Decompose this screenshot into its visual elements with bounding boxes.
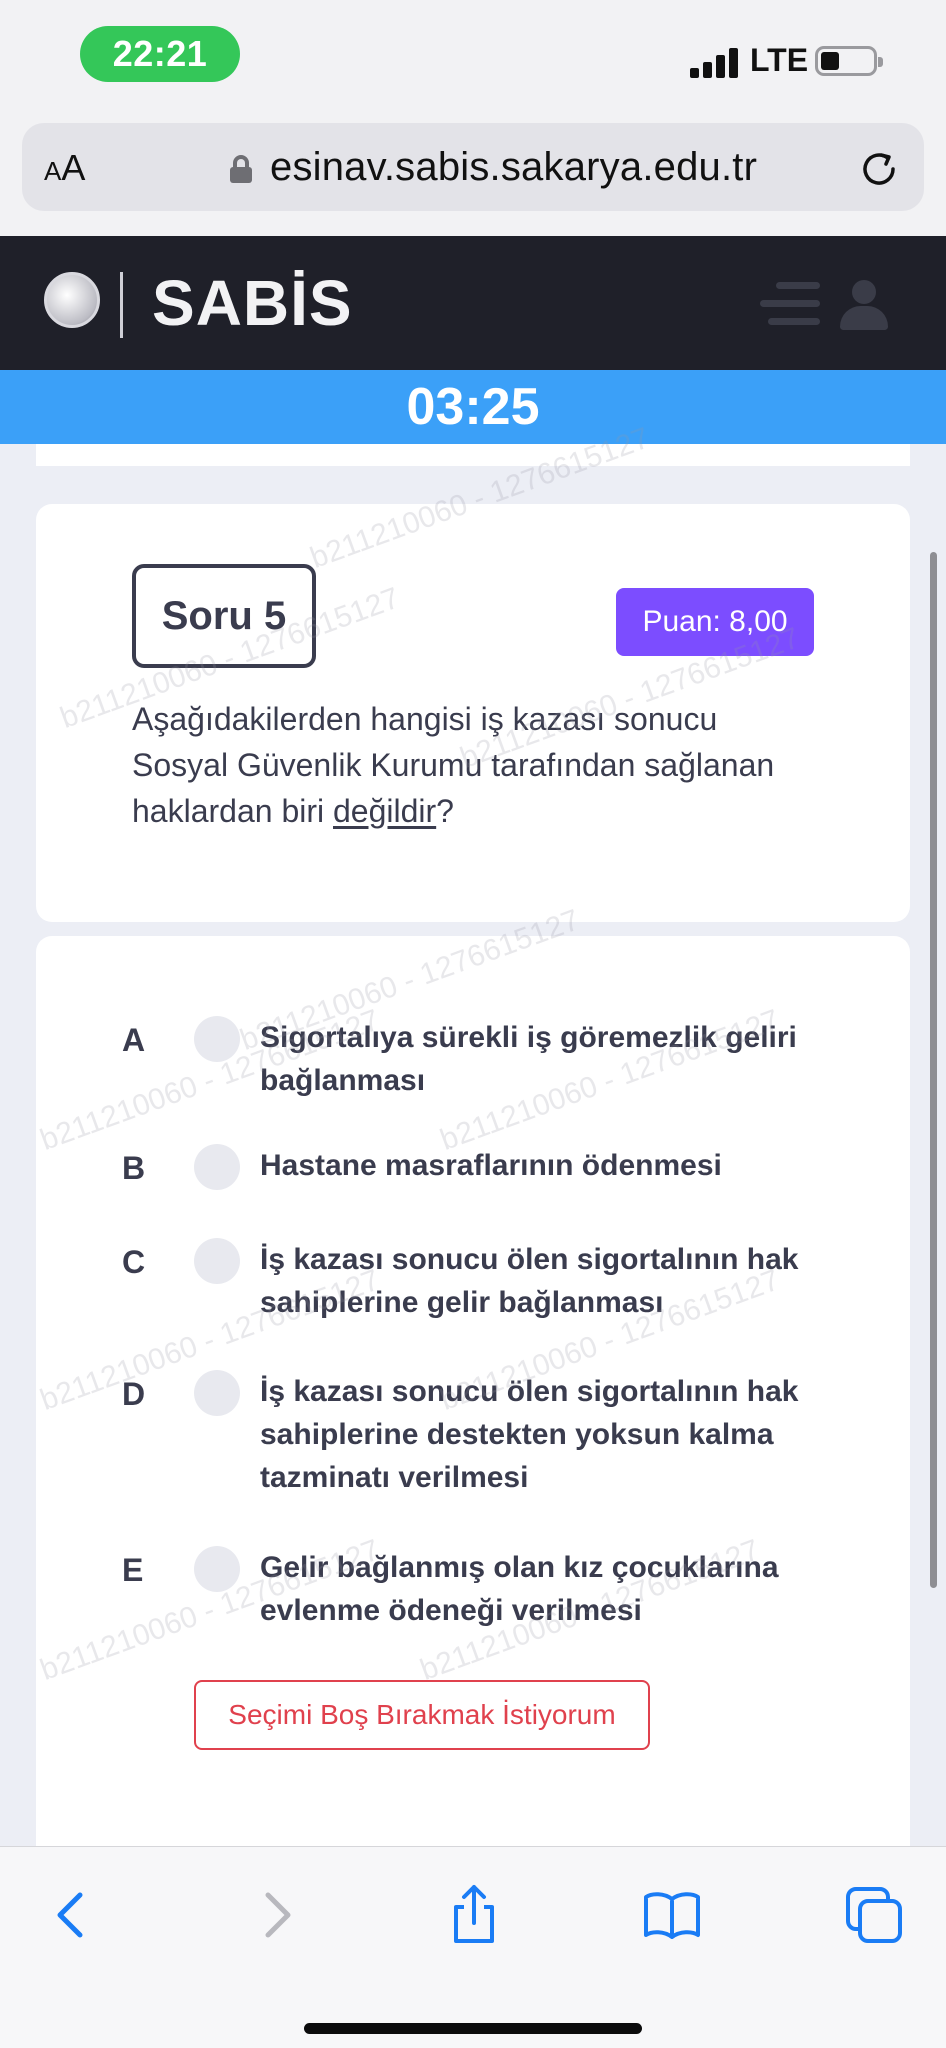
user-icon[interactable]	[838, 280, 890, 332]
lock-icon	[230, 155, 252, 183]
reload-icon[interactable]	[857, 147, 901, 191]
option-letter: C	[122, 1244, 146, 1280]
leave-blank-button[interactable]: Seçimi Boş Bırakmak İstiyorum	[194, 1680, 650, 1750]
network-label: LTE	[750, 42, 809, 78]
option-letter: B	[122, 1150, 146, 1186]
question-number-badge: Soru 5	[132, 564, 316, 668]
status-bar: 22:21 LTE	[0, 0, 946, 118]
option-text[interactable]: Hastane masraflarının ödenmesi	[260, 1144, 850, 1187]
scrollbar-thumb[interactable]	[930, 552, 937, 1588]
previous-card-edge	[36, 444, 910, 466]
sabis-logo-icon[interactable]	[44, 272, 100, 328]
forward-icon[interactable]	[244, 1883, 308, 1947]
option-radio[interactable]	[194, 1370, 240, 1416]
app-header: SABİS	[0, 236, 946, 370]
menu-icon[interactable]	[760, 282, 820, 326]
option-letter: D	[122, 1376, 146, 1412]
browser-toolbar	[0, 1846, 946, 2048]
brand-title[interactable]: SABİS	[152, 266, 353, 340]
address-bar[interactable]: AA esinav.sabis.sakarya.edu.tr	[22, 123, 924, 211]
question-card: Soru 5 Puan: 8,00 Aşağıdakilerden hangis…	[36, 422, 910, 922]
option-text[interactable]: İş kazası sonucu ölen sigortalının hak s…	[260, 1370, 850, 1499]
home-indicator[interactable]	[304, 2023, 642, 2034]
text-size-button[interactable]: AA	[44, 147, 85, 189]
tabs-icon[interactable]	[842, 1883, 906, 1947]
option-letter: A	[122, 1022, 146, 1058]
option-radio[interactable]	[194, 1238, 240, 1284]
question-text-end: ?	[436, 793, 454, 829]
option-radio[interactable]	[194, 1144, 240, 1190]
browser-address-area: AA esinav.sabis.sakarya.edu.tr	[0, 118, 946, 236]
logo-divider	[120, 272, 123, 338]
exam-timer: 03:25	[0, 370, 946, 444]
signal-icon	[690, 46, 740, 78]
battery-icon	[815, 46, 883, 76]
url-text[interactable]: esinav.sabis.sakarya.edu.tr	[270, 145, 757, 190]
status-time: 22:21	[80, 26, 240, 82]
option-text[interactable]: Gelir bağlanmış olan kız çocuklarına evl…	[260, 1546, 850, 1632]
option-radio[interactable]	[194, 1546, 240, 1592]
back-icon[interactable]	[40, 1883, 104, 1947]
option-radio[interactable]	[194, 1016, 240, 1062]
share-icon[interactable]	[442, 1883, 506, 1947]
bookmarks-icon[interactable]	[640, 1883, 704, 1947]
option-letter: E	[122, 1552, 144, 1588]
option-text[interactable]: İş kazası sonucu ölen sigortalının hak s…	[260, 1238, 850, 1324]
question-text-emphasis: değildir	[333, 793, 437, 829]
option-text[interactable]: Sigortalıya sürekli iş göremezlik geliri…	[260, 1016, 850, 1102]
question-text: Aşağıdakilerden hangisi iş kazası sonucu…	[132, 696, 812, 834]
points-badge: Puan: 8,00	[616, 588, 814, 656]
